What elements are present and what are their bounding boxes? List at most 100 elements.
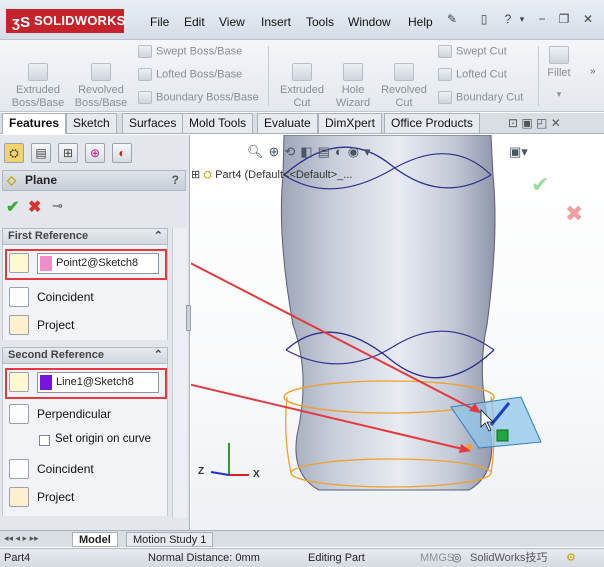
- perpendicular-option[interactable]: Perpendicular: [37, 407, 111, 421]
- screen-capture-icon[interactable]: ▣▾: [509, 144, 528, 160]
- status-units[interactable]: MMGS: [420, 549, 454, 567]
- sweep-icon: [138, 45, 152, 58]
- fillet-icon: [549, 46, 569, 64]
- swept-cut-button[interactable]: Swept Cut: [438, 45, 507, 58]
- loft-icon: [138, 68, 152, 81]
- graphics-area[interactable]: 🔍︎⊕⟲◧▤◐◉▾ ▣▾ ⊞ ⛭ Part4 (Default<<Default…: [191, 135, 604, 530]
- help-dropdown-icon[interactable]: ▾: [514, 12, 530, 26]
- fillet-dropdown-icon[interactable]: ▾: [542, 88, 576, 101]
- rebuild-icon[interactable]: ⚙: [566, 549, 576, 567]
- boundary-cut-button[interactable]: Boundary Cut: [438, 91, 523, 104]
- boundary-boss-button[interactable]: Boundary Boss/Base: [138, 91, 259, 104]
- second-reference-header[interactable]: Second Reference ⌃: [2, 347, 168, 364]
- coincident-option[interactable]: Coincident: [37, 290, 94, 304]
- wechat-icon: ◎: [452, 552, 462, 564]
- tab-model[interactable]: Model: [72, 532, 118, 547]
- feature-manager-tab-icon[interactable]: ⛭: [4, 143, 24, 163]
- help-icon[interactable]: ?: [172, 171, 179, 190]
- origin-handle: [496, 429, 509, 442]
- lofted-boss-button[interactable]: Lofted Boss/Base: [138, 68, 242, 81]
- restore-icon[interactable]: ❐: [556, 12, 572, 26]
- plane-icon: ◇: [7, 173, 17, 187]
- first-reference-header[interactable]: First Reference ⌃: [2, 228, 168, 245]
- pane-icons[interactable]: ⊡ ▣ ◰ ✕: [508, 116, 561, 130]
- tab-dimxpert[interactable]: DimXpert: [318, 113, 383, 133]
- status-distance: Normal Distance: 0mm: [148, 552, 260, 564]
- title-bar: ʒS SOLIDWORKS File Edit View Insert Tool…: [0, 0, 604, 40]
- revolved-boss-button[interactable]: Revolved Boss/Base: [72, 50, 130, 110]
- revolved-cut-icon: [394, 63, 414, 81]
- triad-z-axis: [210, 471, 230, 476]
- property-manager-panel: ⛭ ▤ ⊞ ⊕ ◐ ◇ Plane ? ✔ ✖ ⊸ First Referenc…: [0, 135, 191, 530]
- menu-insert[interactable]: Insert: [261, 15, 291, 29]
- part-icon: ⛭: [203, 169, 213, 181]
- status-bar: Part4 Normal Distance: 0mm Editing Part …: [0, 548, 604, 567]
- menu-file[interactable]: File: [150, 15, 169, 29]
- ribbon-overflow-icon[interactable]: »: [590, 66, 596, 77]
- project-icon[interactable]: [9, 315, 29, 335]
- coincident-icon[interactable]: [9, 459, 29, 479]
- triad-z-label: Z: [198, 466, 205, 477]
- revolved-cut-button[interactable]: Revolved Cut: [378, 50, 430, 110]
- flyout-feature-tree[interactable]: ⊞ ⛭ Part4 (Default<<Default>_...: [191, 168, 352, 182]
- heads-up-view-toolbar[interactable]: 🔍︎⊕⟲◧▤◐◉▾: [247, 144, 376, 160]
- traffic-light-icon[interactable]: ▯: [476, 12, 492, 26]
- tab-motion-study[interactable]: Motion Study 1: [126, 532, 214, 547]
- menu-view[interactable]: View: [219, 15, 245, 29]
- swept-boss-button[interactable]: Swept Boss/Base: [138, 45, 242, 58]
- ds-logo-icon: ʒS: [12, 14, 31, 31]
- lofted-cut-button[interactable]: Lofted Cut: [438, 68, 507, 81]
- set-origin-checkbox[interactable]: [39, 435, 50, 446]
- coincident-option[interactable]: Coincident: [37, 462, 94, 476]
- menu-window[interactable]: Window: [348, 15, 391, 29]
- confirm-check-icon[interactable]: ✔: [531, 172, 549, 198]
- tab-features[interactable]: Features: [2, 113, 67, 134]
- tab-sketch[interactable]: Sketch: [66, 113, 117, 133]
- perpendicular-icon[interactable]: [9, 404, 29, 424]
- confirm-cancel-icon[interactable]: ✖: [565, 201, 583, 227]
- solidworks-logo[interactable]: ʒS SOLIDWORKS: [6, 9, 125, 33]
- cancel-x-icon[interactable]: ✖: [28, 197, 41, 217]
- part-label: Part4 (Default<<Default>_...: [215, 169, 353, 181]
- swept-cut-icon: [438, 45, 452, 58]
- pushpin-icon[interactable]: ⊸: [52, 198, 63, 214]
- project-option[interactable]: Project: [37, 490, 74, 504]
- project-option[interactable]: Project: [37, 318, 74, 332]
- property-manager-tab-icon[interactable]: ▤: [31, 143, 51, 163]
- display-manager-tab-icon[interactable]: ◐: [112, 143, 132, 163]
- tab-scroll-arrows[interactable]: ◂◂ ◂ ▸ ▸▸: [4, 533, 39, 544]
- command-manager-ribbon: Extruded Boss/Base Revolved Boss/Base Sw…: [0, 40, 604, 112]
- hole-wizard-button[interactable]: Hole Wizard: [330, 50, 376, 110]
- tab-evaluate[interactable]: Evaluate: [257, 113, 318, 133]
- pin-icon[interactable]: ✎: [444, 12, 460, 26]
- extruded-cut-button[interactable]: Extruded Cut: [274, 50, 330, 110]
- ribbon-separator: [538, 46, 539, 106]
- tab-surfaces[interactable]: Surfaces: [122, 113, 184, 133]
- panel-scrollbar[interactable]: [172, 228, 187, 518]
- expand-icon[interactable]: ⊞: [191, 169, 200, 181]
- project-icon[interactable]: [9, 487, 29, 507]
- menu-edit[interactable]: Edit: [184, 15, 205, 29]
- collapse-icon[interactable]: ⌃: [154, 229, 163, 244]
- menu-tools[interactable]: Tools: [306, 15, 334, 29]
- hole-wizard-icon: [343, 63, 363, 81]
- extruded-boss-button[interactable]: Extruded Boss/Base: [8, 50, 68, 110]
- highlight-box: [5, 249, 167, 280]
- menu-help[interactable]: Help: [408, 15, 433, 29]
- triad-x-label: X: [253, 469, 260, 480]
- collapse-icon[interactable]: ⌃: [154, 348, 163, 363]
- close-icon[interactable]: ✕: [580, 12, 596, 26]
- tab-office-products[interactable]: Office Products: [384, 113, 480, 133]
- configuration-manager-tab-icon[interactable]: ⊞: [58, 143, 78, 163]
- dimxpert-manager-tab-icon[interactable]: ⊕: [85, 143, 105, 163]
- extrude-icon: [28, 63, 48, 81]
- extruded-cut-icon: [292, 63, 312, 81]
- tab-mold-tools[interactable]: Mold Tools: [182, 113, 254, 133]
- bottle-body: [280, 135, 496, 491]
- first-reference-body: Point2@Sketch8 Coincident Project: [2, 245, 168, 340]
- ok-check-icon[interactable]: ✔: [6, 197, 19, 217]
- coincident-icon[interactable]: [9, 287, 29, 307]
- minimize-icon[interactable]: −: [534, 12, 550, 26]
- fillet-button[interactable]: Fillet ▾: [542, 46, 576, 101]
- plane-header: ◇ Plane ?: [2, 170, 186, 191]
